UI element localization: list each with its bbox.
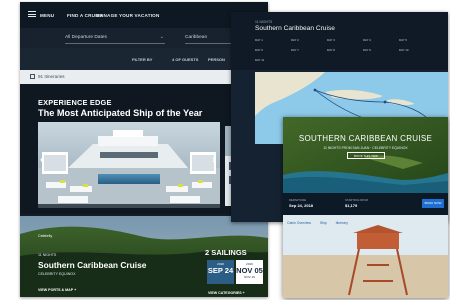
cruise-title[interactable]: Southern Caribbean Cruise <box>38 260 146 270</box>
itinerary-cell: DAY 3 <box>327 38 335 42</box>
price-label: STARTING FROM <box>345 198 368 202</box>
date-day: NOV 05 <box>236 266 263 275</box>
itinerary-row: DAY 11 <box>231 58 448 66</box>
cruise-ship-name: CELEBRITY EQUINOX <box>38 272 76 276</box>
sailings-count: 2 SAILINGS <box>205 248 247 257</box>
guests-filter[interactable]: 4 OF GUESTS <box>172 57 198 62</box>
itinerary-cell: DAY 1 <box>255 38 263 42</box>
book-trip-button[interactable]: BOOK THIS TRIP <box>347 152 385 159</box>
date-end: NOV 16 <box>244 275 255 279</box>
sailing-date-1[interactable]: 2018 SEP 24 <box>207 260 234 284</box>
destination-value: Caribbean <box>185 35 208 40</box>
departure-label: DEPARTURE <box>289 198 306 202</box>
itinerary-cell: DAY 6 <box>255 48 263 52</box>
itinerary-cell: DAY 7 <box>291 48 299 52</box>
tab-itinerary[interactable]: Itinerary <box>336 221 348 225</box>
hero-next-arrow[interactable]: › <box>212 154 216 166</box>
itinerary-cell: DAY 9 <box>363 48 371 52</box>
itinerary-cell: DAY 8 <box>327 48 335 52</box>
menu-label[interactable]: MENU <box>40 13 54 18</box>
itinerary-cell: DAY 4 <box>363 38 371 42</box>
itinerary-row: DAY 1 DAY 2 DAY 3 DAY 4 DAY 5 <box>231 38 448 46</box>
hamburger-menu-icon[interactable] <box>28 11 36 18</box>
cabin-overview-panel: Cabin Overview Ship Itinerary <box>283 215 448 298</box>
cruise-detail-title: SOUTHERN CARIBBEAN CRUISE <box>298 134 433 143</box>
itinerary-cell: DAY 10 <box>399 48 409 52</box>
view-ports-link[interactable]: VIEW PORTS & MAP + <box>38 288 76 292</box>
nav-manage-vacation[interactable]: MANAGE YOUR VACATION <box>96 13 159 18</box>
booking-info-bar: DEPARTURE Sep 24, 2018 STARTING FROM $1,… <box>283 193 448 215</box>
hero-title: The Most Anticipated Ship of the Year <box>38 108 203 118</box>
ship-deck-photo <box>38 122 220 208</box>
cruise-detail-screen: SOUTHERN CARIBBEAN CRUISE 11 NIGHTS FROM… <box>283 117 448 298</box>
person-filter[interactable]: PERSON <box>208 57 225 62</box>
itinerary-header: 11 NIGHTS Southern Caribbean Cruise DAY … <box>231 12 448 70</box>
book-now-button[interactable]: BOOK NOW <box>422 199 444 208</box>
departure-value: Sep 24, 2018 <box>289 203 314 208</box>
departure-dates-value: All Departure Dates <box>65 35 107 40</box>
tab-ship[interactable]: Ship <box>320 221 327 225</box>
grid-icon <box>30 74 35 79</box>
cruise-nights: 11 NIGHTS <box>38 253 57 257</box>
tab-cabin-overview[interactable]: Cabin Overview <box>287 221 311 225</box>
lifeguard-tower-photo <box>283 215 448 298</box>
itinerary-cell: DAY 11 <box>255 58 265 62</box>
itinerary-cell: DAY 2 <box>291 38 299 42</box>
detail-tabs: Cabin Overview Ship Itinerary <box>287 221 356 225</box>
cruise-result-card[interactable]: Celebrity 11 NIGHTS Southern Caribbean C… <box>20 216 268 297</box>
cruise-detail-subtitle: 11 NIGHTS FROM SAN JUAN · CELEBRITY EQUI… <box>323 146 408 150</box>
itinerary-cell: DAY 5 <box>399 38 407 42</box>
departure-dates-select[interactable]: All Departure Dates ⌄ <box>65 32 165 44</box>
sailing-date-2[interactable]: 2019 NOV 05 NOV 16 <box>236 260 263 284</box>
cruise-detail-hero: SOUTHERN CARIBBEAN CRUISE 11 NIGHTS FROM… <box>283 117 448 193</box>
hero-prev-arrow[interactable]: ‹ <box>40 154 44 166</box>
itinerary-subtitle: 11 NIGHTS <box>255 20 273 24</box>
itinerary-row: DAY 6 DAY 7 DAY 8 DAY 9 DAY 10 <box>231 48 448 56</box>
view-categories-link[interactable]: VIEW CATEGORIES + <box>208 291 245 295</box>
filter-by-button[interactable]: FILTER BY <box>132 57 152 62</box>
itinerary-title: Southern Caribbean Cruise <box>255 25 335 32</box>
stage: MENU FIND A CRUISE MANAGE YOUR VACATION … <box>0 0 450 300</box>
price-value: $1,179 <box>345 203 358 208</box>
date-day: SEP 24 <box>207 266 234 275</box>
itineraries-count: 91 Itineraries <box>38 74 65 79</box>
brand-logo: Celebrity <box>38 234 53 238</box>
chevron-down-icon: ⌄ <box>159 34 164 40</box>
hero-kicker: EXPERIENCE EDGE <box>38 98 112 107</box>
